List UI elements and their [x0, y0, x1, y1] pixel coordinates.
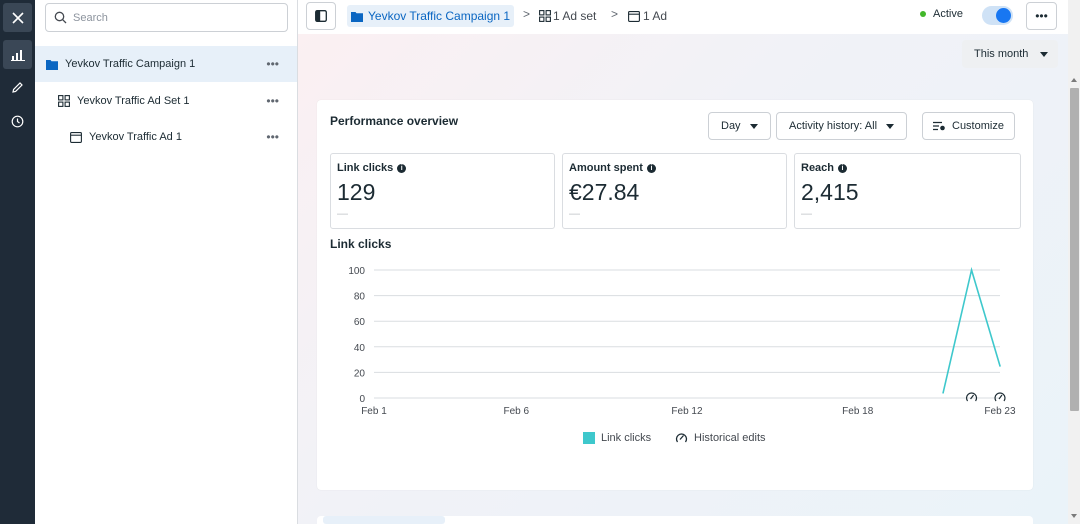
status-dot-icon [920, 11, 926, 17]
secondary-card [317, 516, 1033, 524]
search-box[interactable] [45, 3, 288, 32]
status-label: Active [933, 8, 963, 20]
top-bar: Yevkov Traffic Campaign 1 > 1 Ad set > 1… [298, 0, 1068, 34]
structure-panel: Yevkov Traffic Campaign 1 ••• Yevkov Tra… [35, 0, 298, 524]
scroll-down-icon[interactable] [1071, 514, 1077, 518]
tree-item-ad[interactable]: Yevkov Traffic Ad 1 ••• [35, 119, 297, 155]
breadcrumb-label: 1 Ad [643, 9, 668, 23]
folder-icon [46, 59, 58, 70]
legend-edits-label: Historical edits [694, 432, 766, 444]
grid-icon [539, 10, 551, 22]
y-tick-label: 60 [354, 317, 366, 328]
breadcrumb-separator: > [523, 7, 531, 21]
ad-icon [628, 10, 640, 22]
x-tick-label: Feb 12 [671, 406, 703, 417]
tree-item-label: Yevkov Traffic Ad 1 [89, 131, 182, 143]
historical-edit-needle [998, 394, 1003, 400]
campaign-more-button[interactable]: ••• [266, 57, 279, 71]
secondary-tab[interactable] [323, 516, 445, 524]
historical-edits-icon [675, 433, 688, 443]
side-panel-icon [315, 10, 327, 22]
tree-item-adset[interactable]: Yevkov Traffic Ad Set 1 ••• [35, 83, 297, 119]
breadcrumb-label: 1 Ad set [553, 9, 597, 23]
ad-icon [70, 131, 82, 143]
history-button[interactable] [3, 107, 32, 136]
y-tick-label: 0 [359, 394, 365, 405]
legend-historical-edits[interactable]: Historical edits [675, 432, 766, 444]
legend-swatch [583, 432, 595, 444]
pencil-icon [12, 82, 23, 93]
data-point [942, 392, 944, 394]
y-tick-label: 20 [354, 368, 366, 379]
breadcrumb-ad[interactable]: 1 Ad [628, 5, 667, 27]
toggle-knob [996, 8, 1011, 23]
breadcrumb-adset[interactable]: 1 Ad set [539, 5, 596, 27]
tree-item-label: Yevkov Traffic Ad Set 1 [77, 95, 190, 107]
series-line [942, 266, 1001, 394]
close-button[interactable] [3, 3, 32, 32]
link-clicks-chart: 0 20 40 60 80 100 Feb 1 Feb 6 Feb 12 Feb 18 Feb 23 [348, 266, 1016, 417]
performance-card: Performance overview Day Activity histor… [317, 100, 1033, 490]
tree-item-label: Yevkov Traffic Campaign 1 [65, 58, 196, 70]
campaign-toggle[interactable] [982, 6, 1013, 25]
ad-more-button[interactable]: ••• [266, 130, 279, 144]
data-point [970, 269, 973, 271]
grid-icon [58, 95, 70, 107]
breadcrumb-campaign[interactable]: Yevkov Traffic Campaign 1 [347, 5, 515, 27]
date-range-select[interactable]: This month [962, 40, 1058, 68]
caret-down-icon [1040, 52, 1048, 57]
legend-series[interactable]: Link clicks [583, 432, 651, 444]
scrollbar-thumb[interactable] [1070, 88, 1079, 411]
historical-edit-marker[interactable] [965, 392, 978, 402]
x-tick-label: Feb 18 [842, 406, 874, 417]
scroll-up-icon[interactable] [1071, 78, 1077, 82]
more-options-button[interactable]: ••• [1026, 2, 1057, 30]
legend-series-label: Link clicks [601, 432, 652, 444]
y-tick-label: 100 [348, 266, 365, 277]
search-input[interactable] [73, 11, 273, 24]
edit-button[interactable] [3, 73, 32, 102]
y-tick-label: 40 [354, 343, 366, 354]
status-badge: Active [920, 8, 963, 20]
x-tick-label: Feb 23 [984, 406, 1016, 417]
data-point [999, 365, 1001, 367]
x-tick-label: Feb 6 [503, 406, 529, 417]
toggle-panel-button[interactable] [306, 2, 336, 30]
historical-edit-marker[interactable] [994, 392, 1006, 402]
breadcrumb-separator: > [611, 7, 619, 21]
date-range-label: This month [974, 48, 1029, 60]
left-rail [0, 0, 35, 524]
search-icon [54, 11, 67, 24]
y-tick-label: 80 [354, 292, 366, 303]
folder-icon [351, 11, 363, 22]
x-tick-label: Feb 1 [361, 406, 387, 417]
bar-chart-icon [10, 49, 25, 61]
main-area: This month Performance overview Day Acti… [298, 34, 1068, 524]
breadcrumb-label: Yevkov Traffic Campaign 1 [368, 9, 511, 23]
clock-icon [11, 115, 24, 128]
tree-item-campaign[interactable]: Yevkov Traffic Campaign 1 ••• [35, 46, 297, 82]
reporting-button[interactable] [3, 40, 32, 69]
adset-more-button[interactable]: ••• [266, 94, 279, 108]
close-icon [11, 11, 24, 24]
